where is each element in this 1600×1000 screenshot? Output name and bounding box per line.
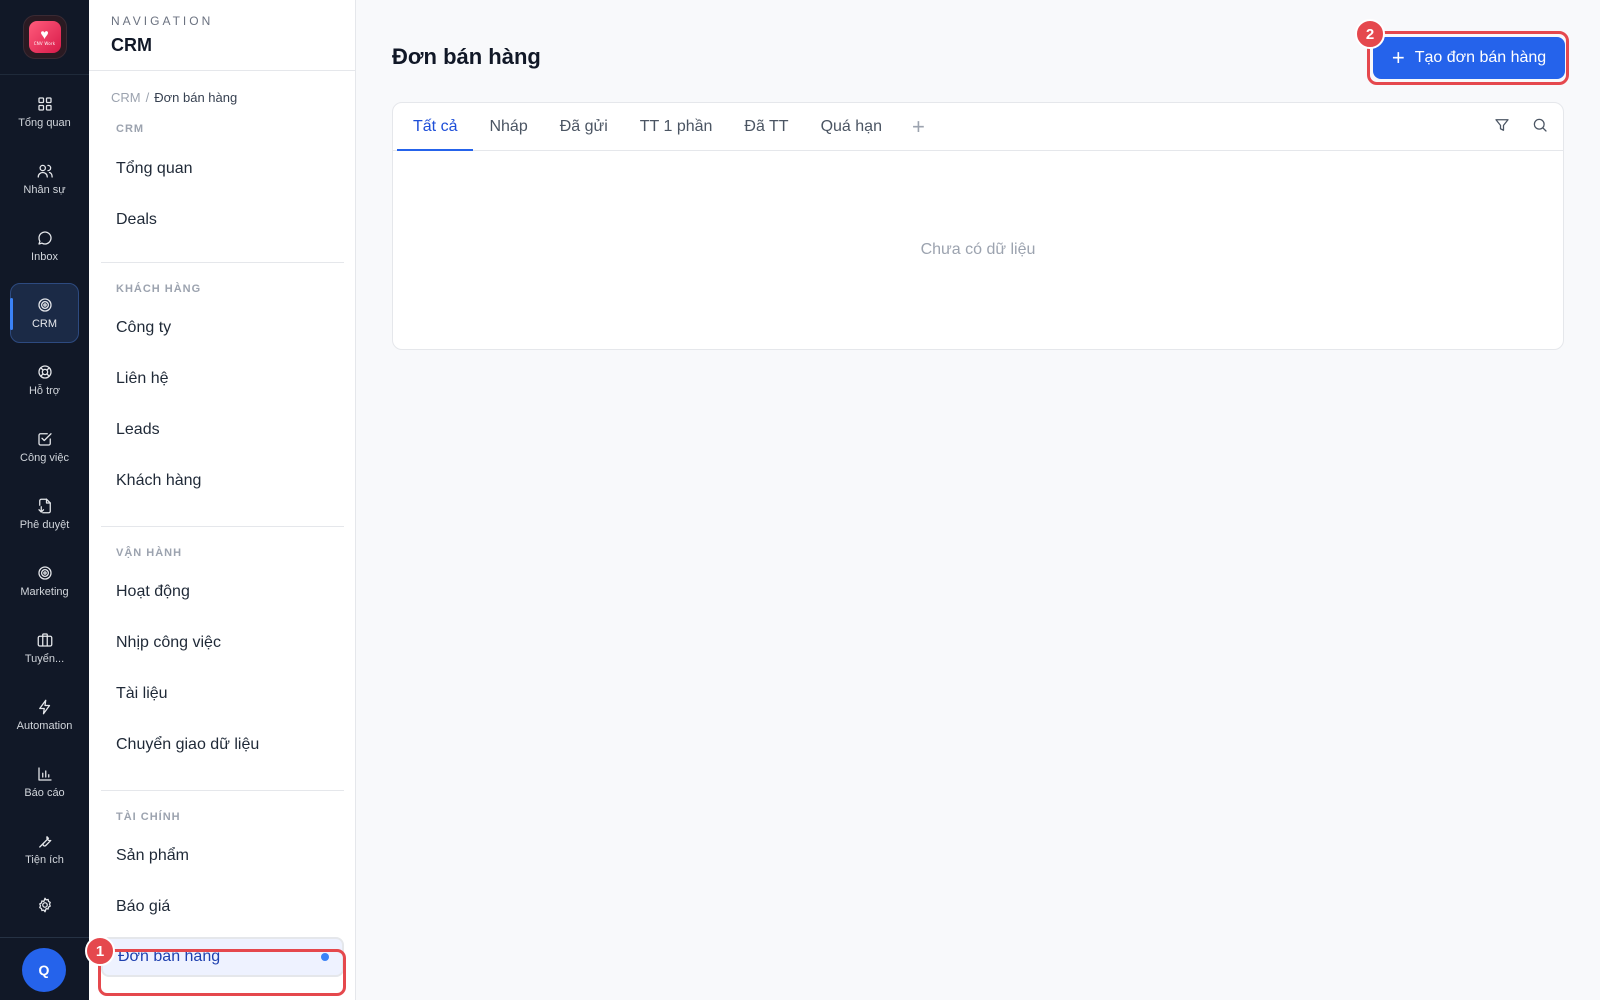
wrench-icon: [38, 836, 51, 848]
breadcrumb-root[interactable]: CRM: [111, 90, 141, 105]
rail-item-bao-cao[interactable]: Báo cáo: [10, 752, 79, 812]
nav-title: CRM: [111, 35, 152, 55]
briefcase-icon: [37, 633, 52, 647]
rail-item-settings[interactable]: [10, 886, 79, 926]
breadcrumb: CRM / Đơn bán hàng: [89, 71, 355, 123]
nav-item-leads[interactable]: Leads: [89, 404, 355, 455]
nav-sections: CRM Tổng quan Deals KHÁCH HÀNG Công ty L…: [89, 123, 355, 977]
chat-icon: [37, 231, 52, 245]
lightning-icon: [38, 699, 50, 715]
tab-tools: [1493, 103, 1549, 151]
rail-divider: [0, 937, 89, 938]
rail-item-tuyen-dung[interactable]: Tuyển...: [10, 618, 79, 678]
tab-da-tt[interactable]: Đã TT: [728, 103, 804, 150]
add-tab-button[interactable]: +: [898, 103, 939, 150]
checkbox-icon: [37, 433, 52, 446]
rail-item-cong-viec[interactable]: Công việc: [10, 417, 79, 477]
section-divider: [101, 526, 344, 527]
section-label-crm: CRM: [116, 123, 145, 135]
tab-qua-han[interactable]: Quá hạn: [805, 103, 898, 150]
section-label-tai-chinh: TÀI CHÍNH: [116, 811, 181, 823]
rail-item-label: Automation: [16, 720, 73, 732]
nav-panel: NAVIGATION CRM CRM / Đơn bán hàng CRM Tổ…: [89, 0, 356, 1000]
rail-item-ho-tro[interactable]: Hỗ trợ: [10, 350, 79, 410]
rail-item-label: Hỗ trợ: [28, 385, 61, 397]
tab-da-gui[interactable]: Đã gửi: [544, 103, 624, 150]
nav-item-label: Đơn bán hàng: [118, 948, 221, 965]
rail-item-label: CRM: [31, 318, 58, 330]
nav-header: NAVIGATION CRM: [89, 0, 355, 71]
heart-icon: ♥: [40, 26, 49, 42]
orders-card: Tất cả Nháp Đã gửi TT 1 phần Đã TT Quá h…: [392, 102, 1564, 350]
nav-item-cong-ty[interactable]: Công ty: [89, 302, 355, 353]
bar-chart-icon: [37, 767, 52, 781]
rail-item-tong-quan[interactable]: Tổng quan: [10, 82, 79, 142]
filter-button[interactable]: [1493, 116, 1511, 139]
nav-item-nhip-cong-viec[interactable]: Nhịp công việc: [89, 617, 355, 668]
rail-item-label: Tổng quan: [18, 117, 71, 129]
section-label-khach-hang: KHÁCH HÀNG: [116, 283, 202, 295]
active-dot-icon: [321, 953, 329, 961]
search-button[interactable]: [1531, 116, 1549, 139]
nav-item-tong-quan[interactable]: Tổng quan: [89, 143, 355, 194]
rail-item-crm[interactable]: CRM: [10, 283, 79, 343]
status-tabs: Tất cả Nháp Đã gửi TT 1 phần Đã TT Quá h…: [393, 103, 1563, 151]
nav-item-hoat-dong[interactable]: Hoạt động: [89, 566, 355, 617]
rail-item-label: Tuyển...: [24, 653, 65, 665]
nav-item-chuyen-giao-du-lieu[interactable]: Chuyển giao dữ liệu: [89, 719, 355, 770]
logo-text: CNV Work: [33, 41, 56, 46]
rail-item-label: Nhân sự: [23, 184, 66, 196]
breadcrumb-current: Đơn bán hàng: [154, 89, 238, 105]
step-badge-1: 1: [85, 936, 115, 966]
tab-tt-1-phan[interactable]: TT 1 phần: [624, 103, 729, 150]
logo-area: ♥ CNV Work: [0, 0, 89, 75]
search-icon: [1533, 118, 1547, 132]
nav-item-don-ban-hang[interactable]: Đơn bán hàng: [101, 937, 344, 977]
avatar[interactable]: Q: [22, 948, 66, 992]
nav-item-san-pham[interactable]: Sản phẩm: [89, 830, 355, 881]
gear-icon: [38, 897, 51, 913]
target-icon: [37, 566, 52, 580]
section-divider: [101, 262, 344, 263]
plus-icon: +: [1391, 45, 1405, 70]
grid-icon: [37, 97, 52, 111]
rail-item-marketing[interactable]: Marketing: [10, 551, 79, 611]
breadcrumb-separator: /: [145, 89, 150, 105]
logo-mark: ♥ CNV Work: [28, 21, 61, 53]
rail-item-phe-duyet[interactable]: Phê duyệt: [10, 484, 79, 544]
nav-item-bao-gia[interactable]: Báo giá: [89, 881, 355, 932]
lifebuoy-icon: [37, 365, 52, 379]
rail-item-label: Inbox: [31, 251, 58, 263]
app-logo[interactable]: ♥ CNV Work: [22, 15, 67, 59]
create-sales-order-button[interactable]: + Tạo đơn bán hàng: [1373, 37, 1565, 79]
rail-item-inbox[interactable]: Inbox: [10, 216, 79, 276]
nav-item-tai-lieu[interactable]: Tài liệu: [89, 668, 355, 719]
rail-item-tien-ich[interactable]: Tiện ích: [10, 819, 79, 879]
nav-item-lien-he[interactable]: Liên hệ: [89, 353, 355, 404]
page-title: Đơn bán hàng: [392, 44, 541, 69]
section-label-van-hanh: VẬN HÀNH: [116, 547, 183, 559]
users-icon: [37, 164, 53, 178]
rail-item-label: Phê duyệt: [19, 519, 70, 531]
tab-nhap[interactable]: Nháp: [473, 103, 543, 150]
nav-eyebrow: NAVIGATION: [111, 14, 214, 28]
app-rail: ♥ CNV Work Tổng quan Nhân sự Inbox CRM H…: [0, 0, 89, 1000]
main-content: Đơn bán hàng + Tạo đơn bán hàng Tất cả N…: [357, 0, 1600, 1000]
section-divider: [101, 790, 344, 791]
rail-item-label: Tiện ích: [25, 854, 64, 866]
rail-item-label: Marketing: [20, 586, 69, 598]
nav-item-deals[interactable]: Deals: [89, 194, 355, 245]
file-sign-icon: [37, 498, 51, 514]
filter-icon: [1495, 118, 1509, 131]
rail-item-label: Báo cáo: [24, 787, 65, 799]
rail-item-nhan-su[interactable]: Nhân sự: [10, 149, 79, 209]
empty-state-text: Chưa có dữ liệu: [920, 241, 1036, 258]
rail-item-automation[interactable]: Automation: [10, 685, 79, 745]
create-button-label: Tạo đơn bán hàng: [1414, 49, 1547, 66]
target-icon: [37, 298, 52, 312]
nav-item-khach-hang[interactable]: Khách hàng: [89, 455, 355, 506]
rail-item-label: Công việc: [20, 452, 69, 464]
step-badge-2: 2: [1355, 19, 1385, 49]
tab-tat-ca[interactable]: Tất cả: [397, 103, 474, 151]
